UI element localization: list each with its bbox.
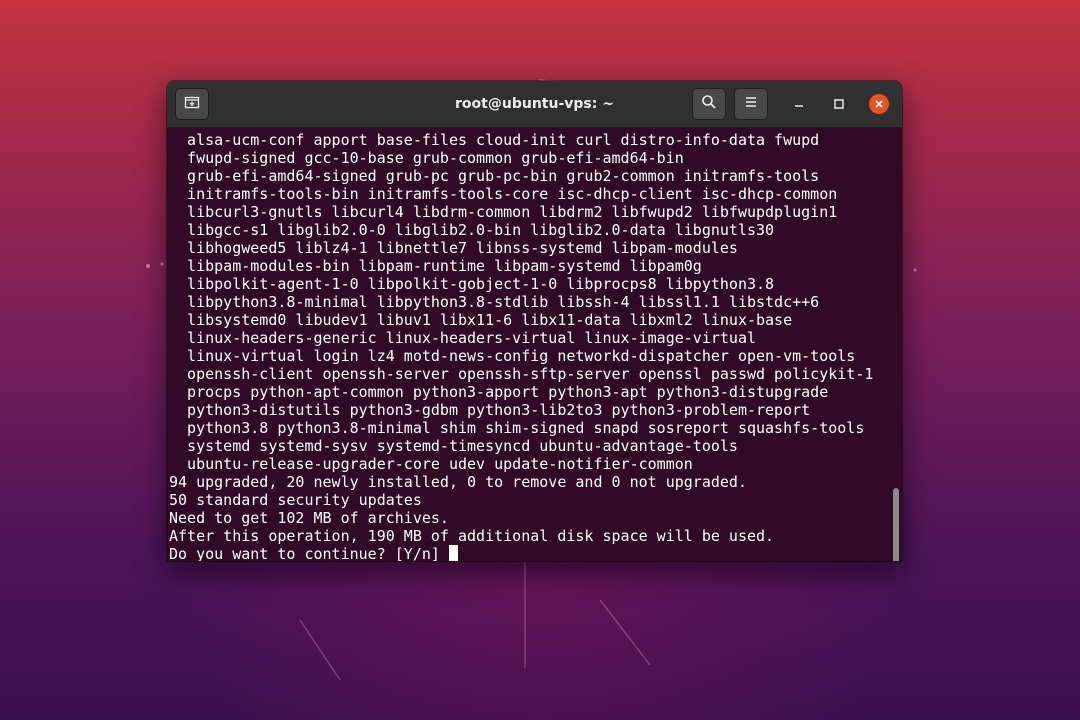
terminal-prompt-line: Do you want to continue? [Y/n] xyxy=(169,545,873,561)
terminal-line: procps python-apt-common python3-apport … xyxy=(169,383,829,401)
terminal-line: linux-virtual login lz4 motd-news-config… xyxy=(169,347,856,365)
text-cursor xyxy=(448,545,458,561)
terminal-line: systemd systemd-sysv systemd-timesyncd u… xyxy=(169,437,738,455)
search-icon xyxy=(701,94,717,114)
terminal-line: Need to get 102 MB of archives. xyxy=(169,509,449,527)
terminal-line: fwupd-signed gcc-10-base grub-common gru… xyxy=(169,149,684,167)
terminal-line: libpython3.8-minimal libpython3.8-stdlib… xyxy=(169,293,820,311)
terminal-line: libsystemd0 libudev1 libuv1 libx11-6 lib… xyxy=(169,311,793,329)
terminal-line: linux-headers-generic linux-headers-virt… xyxy=(169,329,756,347)
minimize-icon xyxy=(793,95,805,114)
terminal-line: ubuntu-release-upgrader-core udev update… xyxy=(169,455,693,473)
terminal-scrollbar[interactable] xyxy=(893,488,899,561)
terminal-line: 50 standard security updates xyxy=(169,491,422,509)
terminal-line: libpam-modules-bin libpam-runtime libpam… xyxy=(169,257,702,275)
terminal-line: openssh-client openssh-server openssh-sf… xyxy=(169,365,874,383)
window-titlebar[interactable]: root@ubuntu-vps: ~ xyxy=(167,81,902,128)
menu-button[interactable] xyxy=(734,88,768,120)
close-icon xyxy=(869,94,889,114)
maximize-icon xyxy=(833,95,845,114)
terminal-line: libpolkit-agent-1-0 libpolkit-gobject-1-… xyxy=(169,275,775,293)
terminal-line: libhogweed5 liblz4-1 libnettle7 libnss-s… xyxy=(169,239,738,257)
new-tab-button[interactable] xyxy=(175,88,209,120)
new-tab-icon xyxy=(184,94,200,114)
terminal-line: libgcc-s1 libglib2.0-0 libglib2.0-bin li… xyxy=(169,221,775,239)
terminal-line: 94 upgraded, 20 newly installed, 0 to re… xyxy=(169,473,747,491)
hamburger-menu-icon xyxy=(743,94,759,114)
terminal-line: python3-distutils python3-gdbm python3-l… xyxy=(169,401,811,419)
terminal-output-area[interactable]: alsa-ucm-conf apport base-files cloud-in… xyxy=(167,128,902,561)
maximize-button[interactable] xyxy=(828,93,850,115)
terminal-line: initramfs-tools-bin initramfs-tools-core… xyxy=(169,185,838,203)
prompt-text: Do you want to continue? [Y/n] xyxy=(169,545,449,561)
close-button[interactable] xyxy=(868,93,890,115)
terminal-line: libcurl3-gnutls libcurl4 libdrm-common l… xyxy=(169,203,838,221)
search-button[interactable] xyxy=(692,88,726,120)
terminal-text: alsa-ucm-conf apport base-files cloud-in… xyxy=(169,131,873,561)
terminal-window: root@ubuntu-vps: ~ alsa-ucm-conf apport … xyxy=(167,81,902,561)
minimize-button[interactable] xyxy=(788,93,810,115)
terminal-line: python3.8 python3.8-minimal shim shim-si… xyxy=(169,419,865,437)
terminal-line: After this operation, 190 MB of addition… xyxy=(169,527,775,545)
terminal-line: alsa-ucm-conf apport base-files cloud-in… xyxy=(169,131,820,149)
terminal-line: grub-efi-amd64-signed grub-pc grub-pc-bi… xyxy=(169,167,820,185)
